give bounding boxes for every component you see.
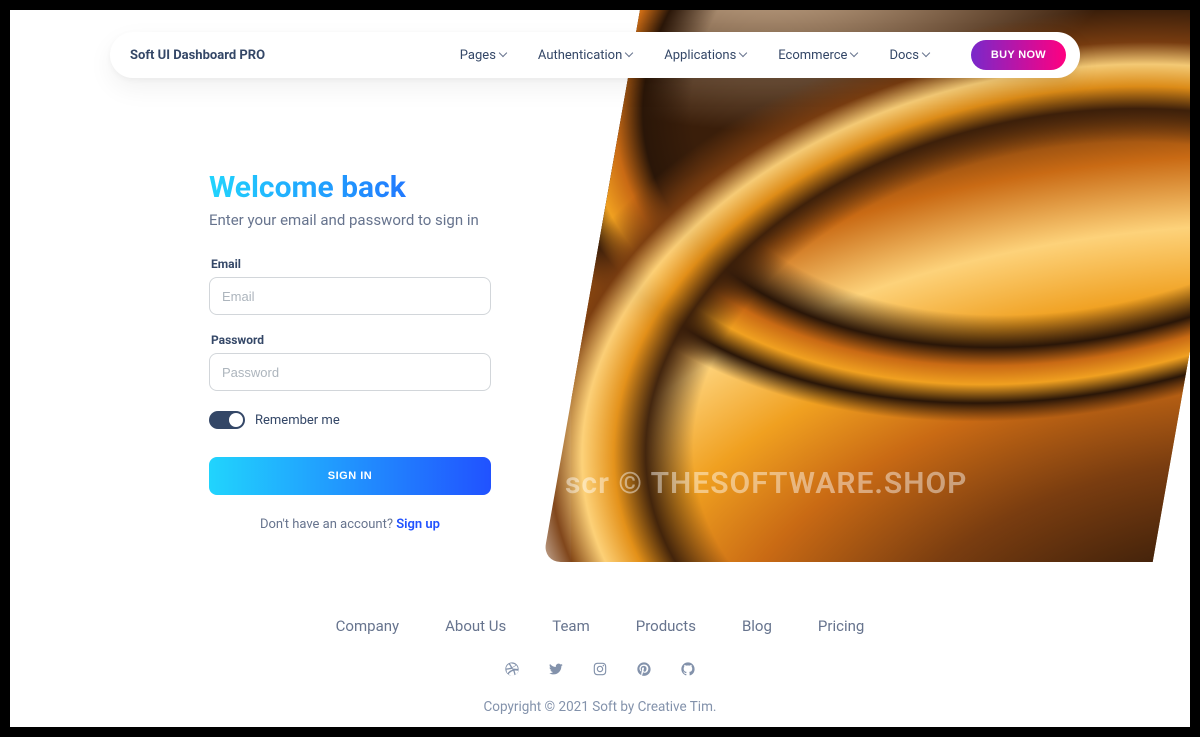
footer-link-team[interactable]: Team bbox=[552, 617, 590, 635]
nav-link-label: Authentication bbox=[538, 48, 622, 63]
nav-link-label: Ecommerce bbox=[778, 48, 847, 63]
buy-now-button[interactable]: BUY NOW bbox=[971, 40, 1066, 70]
nav-link-applications[interactable]: Applications bbox=[664, 48, 748, 63]
nav-link-label: Applications bbox=[664, 48, 736, 63]
nav-link-label: Docs bbox=[889, 48, 918, 63]
password-input[interactable] bbox=[209, 353, 491, 391]
twitter-icon[interactable] bbox=[548, 661, 564, 677]
brand[interactable]: Soft UI Dashboard PRO bbox=[130, 48, 265, 63]
footer-link-blog[interactable]: Blog bbox=[742, 617, 772, 635]
github-icon[interactable] bbox=[680, 661, 696, 677]
chevron-down-icon bbox=[626, 50, 634, 58]
footer-link-products[interactable]: Products bbox=[636, 617, 696, 635]
chevron-down-icon bbox=[923, 50, 931, 58]
sign-in-button[interactable]: SIGN IN bbox=[209, 457, 491, 495]
password-label: Password bbox=[211, 333, 491, 347]
page-subtitle: Enter your email and password to sign in bbox=[209, 211, 491, 229]
page-title: Welcome back bbox=[209, 170, 491, 205]
nav-links: Pages Authentication Applications Ecomme… bbox=[460, 48, 931, 63]
hero-art bbox=[543, 10, 1190, 562]
footer-links: Company About Us Team Products Blog Pric… bbox=[10, 617, 1190, 635]
chevron-down-icon bbox=[740, 50, 748, 58]
instagram-icon[interactable] bbox=[592, 661, 608, 677]
pinterest-icon[interactable] bbox=[636, 661, 652, 677]
no-account-text: Don't have an account? bbox=[260, 517, 396, 532]
footer: Company About Us Team Products Blog Pric… bbox=[10, 617, 1190, 715]
signup-row: Don't have an account? Sign up bbox=[209, 517, 491, 532]
remember-me-label: Remember me bbox=[255, 413, 340, 428]
footer-link-about[interactable]: About Us bbox=[445, 617, 506, 635]
copyright: Copyright © 2021 Soft by Creative Tim. bbox=[10, 699, 1190, 715]
chevron-down-icon bbox=[500, 50, 508, 58]
nav-link-ecommerce[interactable]: Ecommerce bbox=[778, 48, 859, 63]
nav-link-docs[interactable]: Docs bbox=[889, 48, 930, 63]
footer-icons bbox=[10, 661, 1190, 677]
navbar: Soft UI Dashboard PRO Pages Authenticati… bbox=[110, 32, 1080, 78]
sign-up-link[interactable]: Sign up bbox=[396, 517, 440, 532]
email-label: Email bbox=[211, 257, 491, 271]
footer-link-pricing[interactable]: Pricing bbox=[818, 617, 864, 635]
email-input[interactable] bbox=[209, 277, 491, 315]
remember-me-toggle[interactable] bbox=[209, 411, 245, 429]
signin-card: Welcome back Enter your email and passwo… bbox=[209, 170, 491, 532]
dribbble-icon[interactable] bbox=[504, 661, 520, 677]
chevron-down-icon bbox=[851, 50, 859, 58]
nav-link-label: Pages bbox=[460, 48, 496, 63]
nav-link-authentication[interactable]: Authentication bbox=[538, 48, 634, 63]
footer-link-company[interactable]: Company bbox=[336, 617, 399, 635]
remember-me-row: Remember me bbox=[209, 411, 491, 429]
nav-link-pages[interactable]: Pages bbox=[460, 48, 508, 63]
